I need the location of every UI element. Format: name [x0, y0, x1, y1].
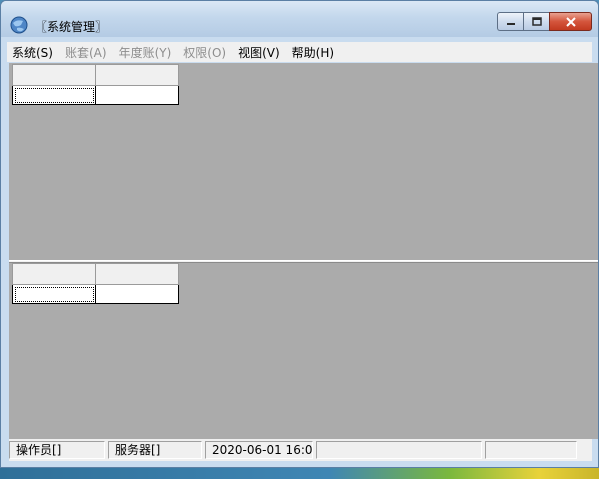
menu-annual-account[interactable]: 年度账(Y): [114, 44, 177, 61]
grid-header-cell[interactable]: [12, 64, 96, 86]
grid-cell[interactable]: [95, 284, 179, 304]
menu-view[interactable]: 视图(V): [233, 44, 285, 61]
close-icon: [565, 16, 576, 27]
app-globe-icon: [9, 15, 29, 35]
top-pane: [9, 63, 598, 260]
maximize-button[interactable]: [523, 12, 549, 31]
minimize-button[interactable]: [497, 12, 523, 31]
menu-help[interactable]: 帮助(H): [287, 44, 339, 61]
status-panel-extra-2: [485, 441, 577, 459]
menu-permissions[interactable]: 权限(O): [178, 44, 231, 61]
grid-header-cell[interactable]: [95, 64, 179, 86]
status-server: 服务器[]: [108, 441, 202, 459]
table-row[interactable]: [12, 284, 179, 304]
client-area: [9, 63, 598, 439]
grid-cell[interactable]: [95, 85, 179, 105]
title-bar[interactable]: 〖系统管理〗: [1, 1, 598, 37]
status-operator: 操作员[]: [9, 441, 105, 459]
status-datetime: 2020-06-01 16:02: [205, 441, 313, 459]
grid-header-row: [12, 64, 179, 86]
main-window: 〖系统管理〗 系统(S) 账套(A) 年度账(Y) 权限(O) 视图(V) 帮助…: [0, 0, 599, 468]
table-row[interactable]: [12, 85, 179, 105]
caption-buttons: [497, 12, 592, 32]
grid-cell[interactable]: [12, 284, 96, 304]
grid-header-cell[interactable]: [95, 263, 179, 285]
menu-system[interactable]: 系统(S): [7, 44, 58, 61]
menu-bar: 系统(S) 账套(A) 年度账(Y) 权限(O) 视图(V) 帮助(H): [7, 42, 592, 62]
status-panel-extra-1: [316, 441, 482, 459]
minimize-icon: [506, 22, 515, 25]
top-grid[interactable]: [12, 64, 179, 105]
bottom-pane: [9, 263, 598, 439]
close-button[interactable]: [549, 12, 592, 31]
menu-account-set[interactable]: 账套(A): [60, 44, 112, 61]
status-bar: 操作员[] 服务器[] 2020-06-01 16:02: [9, 439, 592, 461]
grid-header-row: [12, 263, 179, 285]
window-title: 〖系统管理〗: [35, 20, 108, 34]
grid-cell[interactable]: [12, 85, 96, 105]
bottom-grid[interactable]: [12, 263, 179, 304]
grid-header-cell[interactable]: [12, 263, 96, 285]
maximize-icon: [531, 16, 542, 26]
